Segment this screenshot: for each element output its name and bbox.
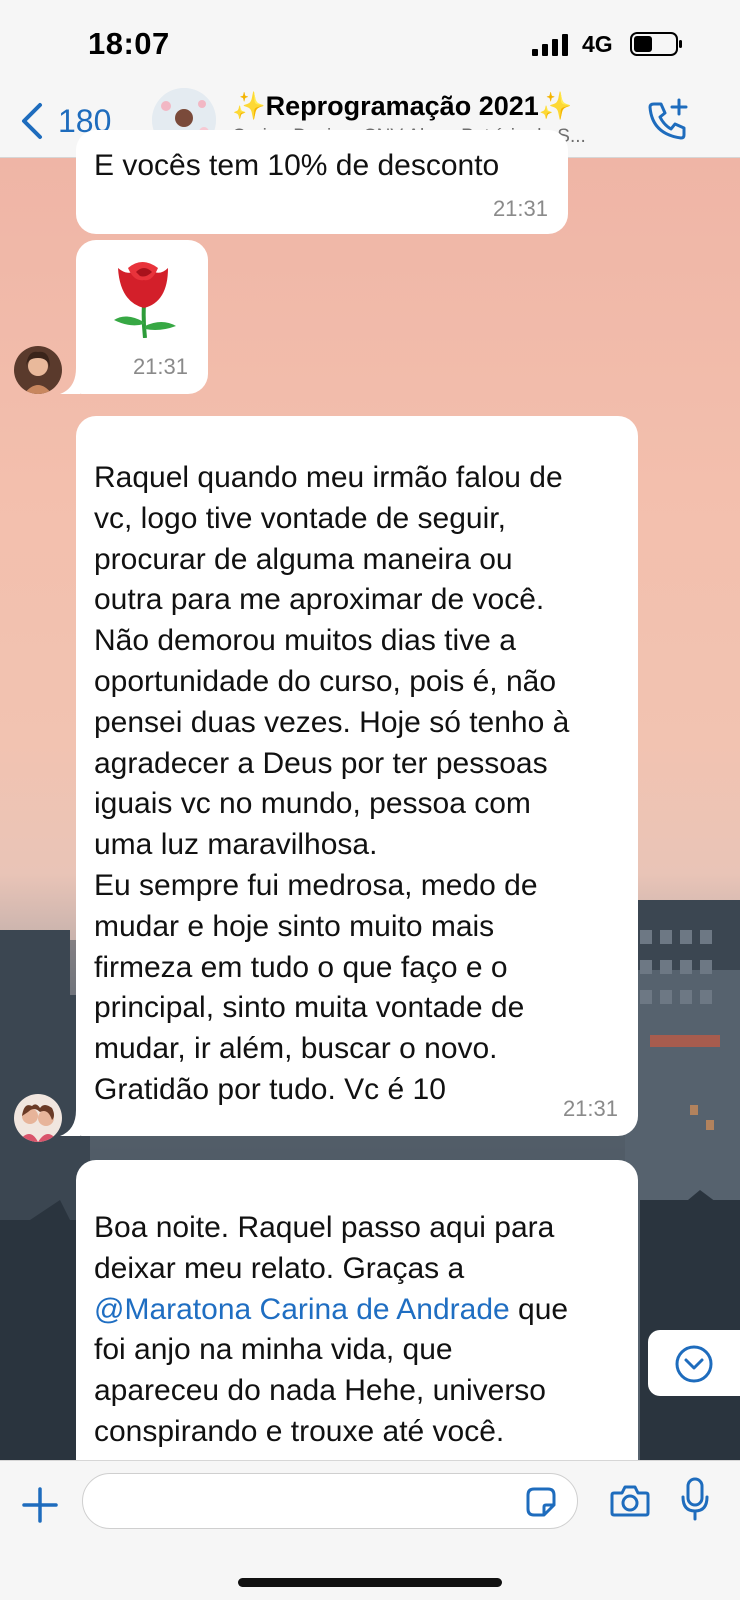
sender-avatar[interactable]	[14, 346, 62, 394]
group-title[interactable]: ✨Reprogramação 2021✨	[232, 90, 572, 122]
microphone-icon[interactable]	[680, 1477, 710, 1521]
sender-avatar[interactable]	[14, 1094, 62, 1142]
message-time: 21:31	[562, 1096, 618, 1121]
bubble-tail	[60, 368, 80, 394]
signal-icon	[532, 34, 568, 56]
rose-emoji	[114, 262, 176, 338]
message-text: Boa noite. Raquel passo aqui para deixar…	[94, 1208, 568, 1453]
plus-icon[interactable]	[20, 1485, 60, 1525]
message-text: Raquel quando meu irmão falou de vc, log…	[94, 461, 570, 1106]
network-type: 4G	[582, 31, 613, 57]
message-bubble[interactable]: Raquel quando meu irmão falou de vc, log…	[76, 416, 638, 1136]
status-time: 18:07	[88, 26, 170, 61]
message-text: E vocês tem 10% de desconto	[94, 149, 500, 182]
sender-avatar-image	[14, 346, 62, 394]
message-input[interactable]	[82, 1473, 578, 1529]
sticker-icon[interactable]	[524, 1485, 558, 1519]
phone-add-icon[interactable]	[646, 98, 690, 142]
chevron-down-circle-icon	[675, 1345, 713, 1383]
message-bubble[interactable]: 21:31	[76, 240, 208, 394]
message-text-part: Boa noite. Raquel passo aqui para deixar…	[94, 1211, 555, 1285]
message-bubble[interactable]: E vocês tem 10% de desconto 21:31	[76, 130, 568, 234]
status-bar: 18:07 4G	[0, 0, 740, 88]
message-time: 21:31	[492, 196, 548, 221]
bubble-tail	[60, 1110, 80, 1136]
mention-link[interactable]: @Maratona Carina de Andrade	[94, 1293, 510, 1326]
battery-icon	[630, 32, 682, 56]
chevron-left-icon	[22, 103, 42, 139]
camera-icon[interactable]	[610, 1483, 650, 1519]
message-bubble[interactable]: Boa noite. Raquel passo aqui para deixar…	[76, 1160, 638, 1490]
home-indicator[interactable]	[238, 1578, 502, 1587]
message-time: 21:31	[132, 354, 188, 379]
scroll-to-bottom-button[interactable]	[648, 1330, 740, 1396]
sender-avatar-image	[14, 1094, 62, 1142]
